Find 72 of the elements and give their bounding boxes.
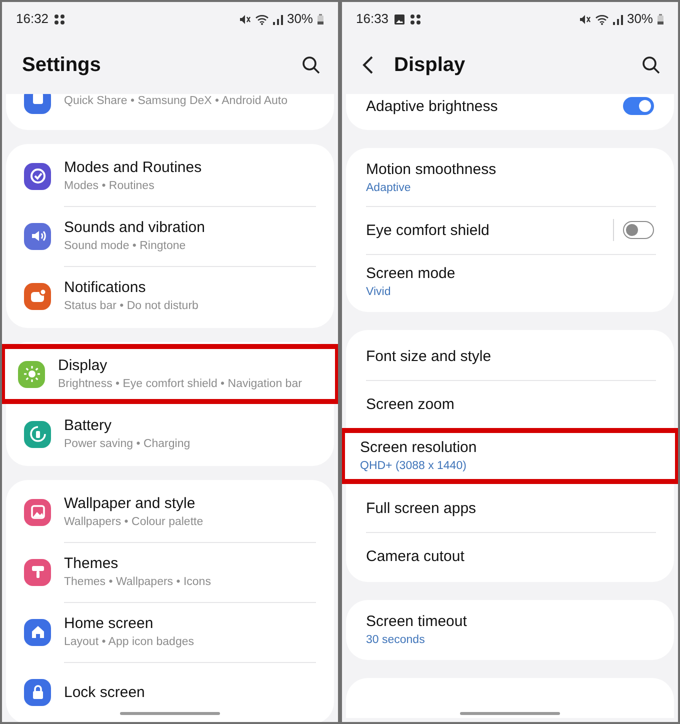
toggle-switch[interactable] [623,97,654,115]
status-time: 16:32 [16,10,49,28]
battery-icon [317,14,324,24]
settings-item[interactable]: Battery Power saving • Charging [6,404,334,464]
item-subtitle: Quick Share • Samsung DeX • Android Auto [64,94,288,108]
item-title: Screen mode [366,264,456,283]
item-title: Screen zoom [366,394,456,414]
signal-icon [612,14,623,24]
apps-icon [54,14,65,24]
item-title: Themes [64,554,120,573]
wifi-icon [254,14,269,24]
item-subtitle: Modes • Routines [64,179,156,194]
settings-item[interactable]: Themes Themes • Wallpapers • Icons [6,542,334,602]
item-title: Camera cutout [366,546,466,566]
item-subtitle: Wallpapers • Colour palette [64,515,204,530]
item-title: Screen resolution [360,438,478,457]
settings-item[interactable]: Modes and Routines Modes • Routines [6,146,334,206]
settings-item[interactable]: Font size and style [346,332,674,380]
item-subtitle: Brightness • Eye comfort shield • Navigation bar [58,377,303,392]
item-subtitle: Sound mode • Ringtone [64,239,187,254]
mute-icon [238,14,251,24]
battery-icon [657,14,664,24]
image-icon [394,14,405,24]
mute-icon [578,14,591,24]
settings-item[interactable]: Notifications Status bar • Do not disturb [6,266,334,326]
wifi-icon [594,14,609,24]
item-title: Modes and Routines [64,158,203,177]
settings-item[interactable]: Screen resolution QHD+ (3088 x 1440) [342,428,678,484]
search-icon[interactable] [302,56,320,74]
item-title: Full screen apps [366,498,478,518]
item-title: Sounds and vibration [64,218,206,237]
settings-item[interactable]: Screen timeout 30 seconds [346,602,674,658]
item-value: QHD+ (3088 x 1440) [360,459,468,474]
settings-item[interactable]: Screen zoom [346,380,674,428]
item-title: Font size and style [366,346,492,366]
settings-item[interactable]: Eye comfort shield [346,206,674,254]
item-subtitle: Status bar • Do not disturb [64,299,200,314]
item-title: Home screen [64,614,154,633]
signal-icon [272,14,283,24]
item-title: Notifications [64,278,147,297]
settings-item[interactable]: Camera cutout [346,532,674,580]
settings-item[interactable]: Display Brightness • Eye comfort shield • Navigation bar [2,344,338,404]
search-icon[interactable] [642,56,660,74]
item-title: Display [58,356,108,375]
status-time: 16:33 [356,10,389,28]
item-title: Lock screen [64,682,146,702]
item-value: 30 seconds [366,633,426,648]
settings-item[interactable]: Full screen apps [346,484,674,532]
item-value: Vivid [366,285,392,300]
settings-item[interactable]: Motion smoothness Adaptive [346,150,674,206]
battery-level: 30% [626,10,653,28]
settings-item[interactable]: Lock screen [6,662,334,722]
item-subtitle: Themes • Wallpapers • Icons [64,575,212,590]
item-title: Screen timeout [366,612,468,631]
settings-item[interactable]: Sounds and vibration Sound mode • Ringtone [6,206,334,266]
item-subtitle: Power saving • Charging [64,437,192,452]
battery-level: 30% [286,10,313,28]
item-title: Eye comfort shield [366,220,490,240]
item-title: Motion smoothness [366,160,498,179]
settings-item[interactable]: Screen mode Vivid [346,254,674,310]
toggle-switch[interactable] [623,221,654,239]
settings-item[interactable]: Adaptive brightness [346,94,674,130]
item-title: Wallpaper and style [64,494,196,513]
item-subtitle: Layout • App icon badges [64,635,195,650]
page-title: Settings [22,53,102,78]
item-title: Battery [64,416,113,435]
settings-item[interactable]: Wallpaper and style Wallpapers • Colour palette [6,482,334,542]
page-title: Display [394,53,466,78]
settings-item[interactable]: Home screen Layout • App icon badges [6,602,334,662]
item-title: Adaptive brightness [366,96,499,116]
apps-icon [410,14,421,24]
item-value: Adaptive [366,181,412,196]
